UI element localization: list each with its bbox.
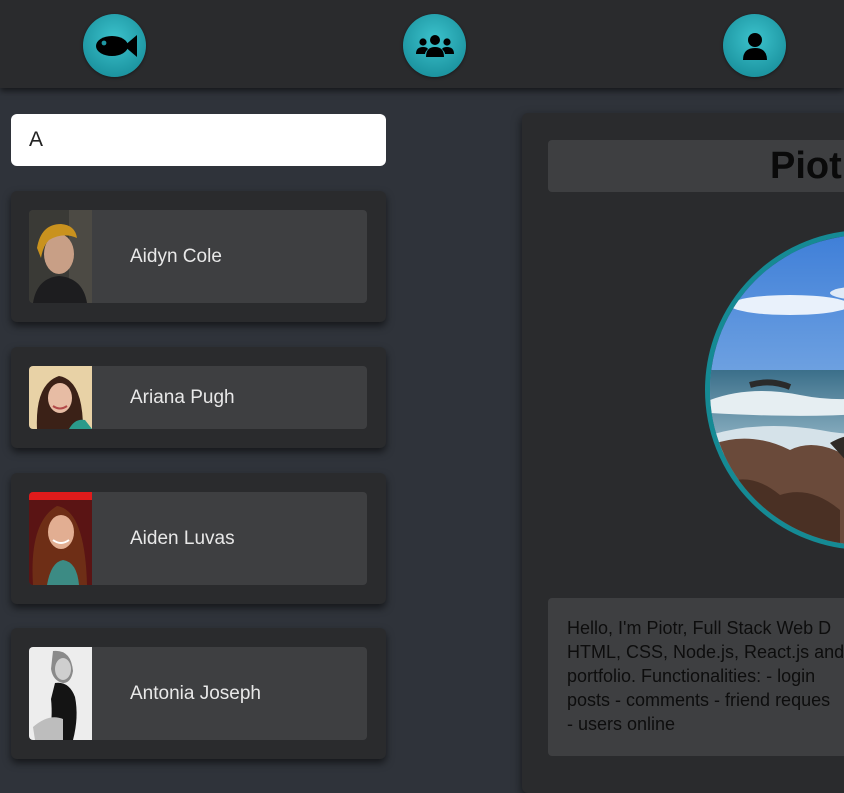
nav-profile-button[interactable] xyxy=(723,14,786,77)
fish-icon xyxy=(92,32,138,60)
user-card[interactable]: Antonia Joseph xyxy=(11,628,386,759)
top-nav-bar xyxy=(0,0,844,88)
user-name: Aidyn Cole xyxy=(130,245,222,267)
user-card-inner: Aiden Luvas xyxy=(29,492,367,585)
profile-name-bar: Piotr xyxy=(548,140,844,192)
user-card[interactable]: Aiden Luvas xyxy=(11,473,386,604)
user-card[interactable]: Aidyn Cole xyxy=(11,191,386,322)
profile-name: Piotr xyxy=(770,144,844,187)
user-name: Aiden Luvas xyxy=(130,527,235,549)
nav-home-button[interactable] xyxy=(83,14,146,77)
avatar xyxy=(29,647,92,740)
user-name: Antonia Joseph xyxy=(130,682,261,704)
profile-photo xyxy=(705,230,844,550)
user-card-inner: Aidyn Cole xyxy=(29,210,367,303)
user-icon xyxy=(742,32,768,60)
profile-panel: Piotr Hello, I' xyxy=(522,113,844,793)
user-name: Ariana Pugh xyxy=(130,386,235,408)
users-group-icon xyxy=(415,33,454,59)
avatar xyxy=(29,492,92,585)
nav-friends-button[interactable] xyxy=(403,14,466,77)
user-card-inner: Ariana Pugh xyxy=(29,366,367,429)
user-card[interactable]: Ariana Pugh xyxy=(11,347,386,448)
avatar xyxy=(29,210,92,303)
avatar xyxy=(29,366,92,429)
profile-bio: Hello, I'm Piotr, Full Stack Web D HTML,… xyxy=(548,598,844,756)
user-search-input[interactable] xyxy=(11,114,386,166)
user-card-inner: Antonia Joseph xyxy=(29,647,367,740)
